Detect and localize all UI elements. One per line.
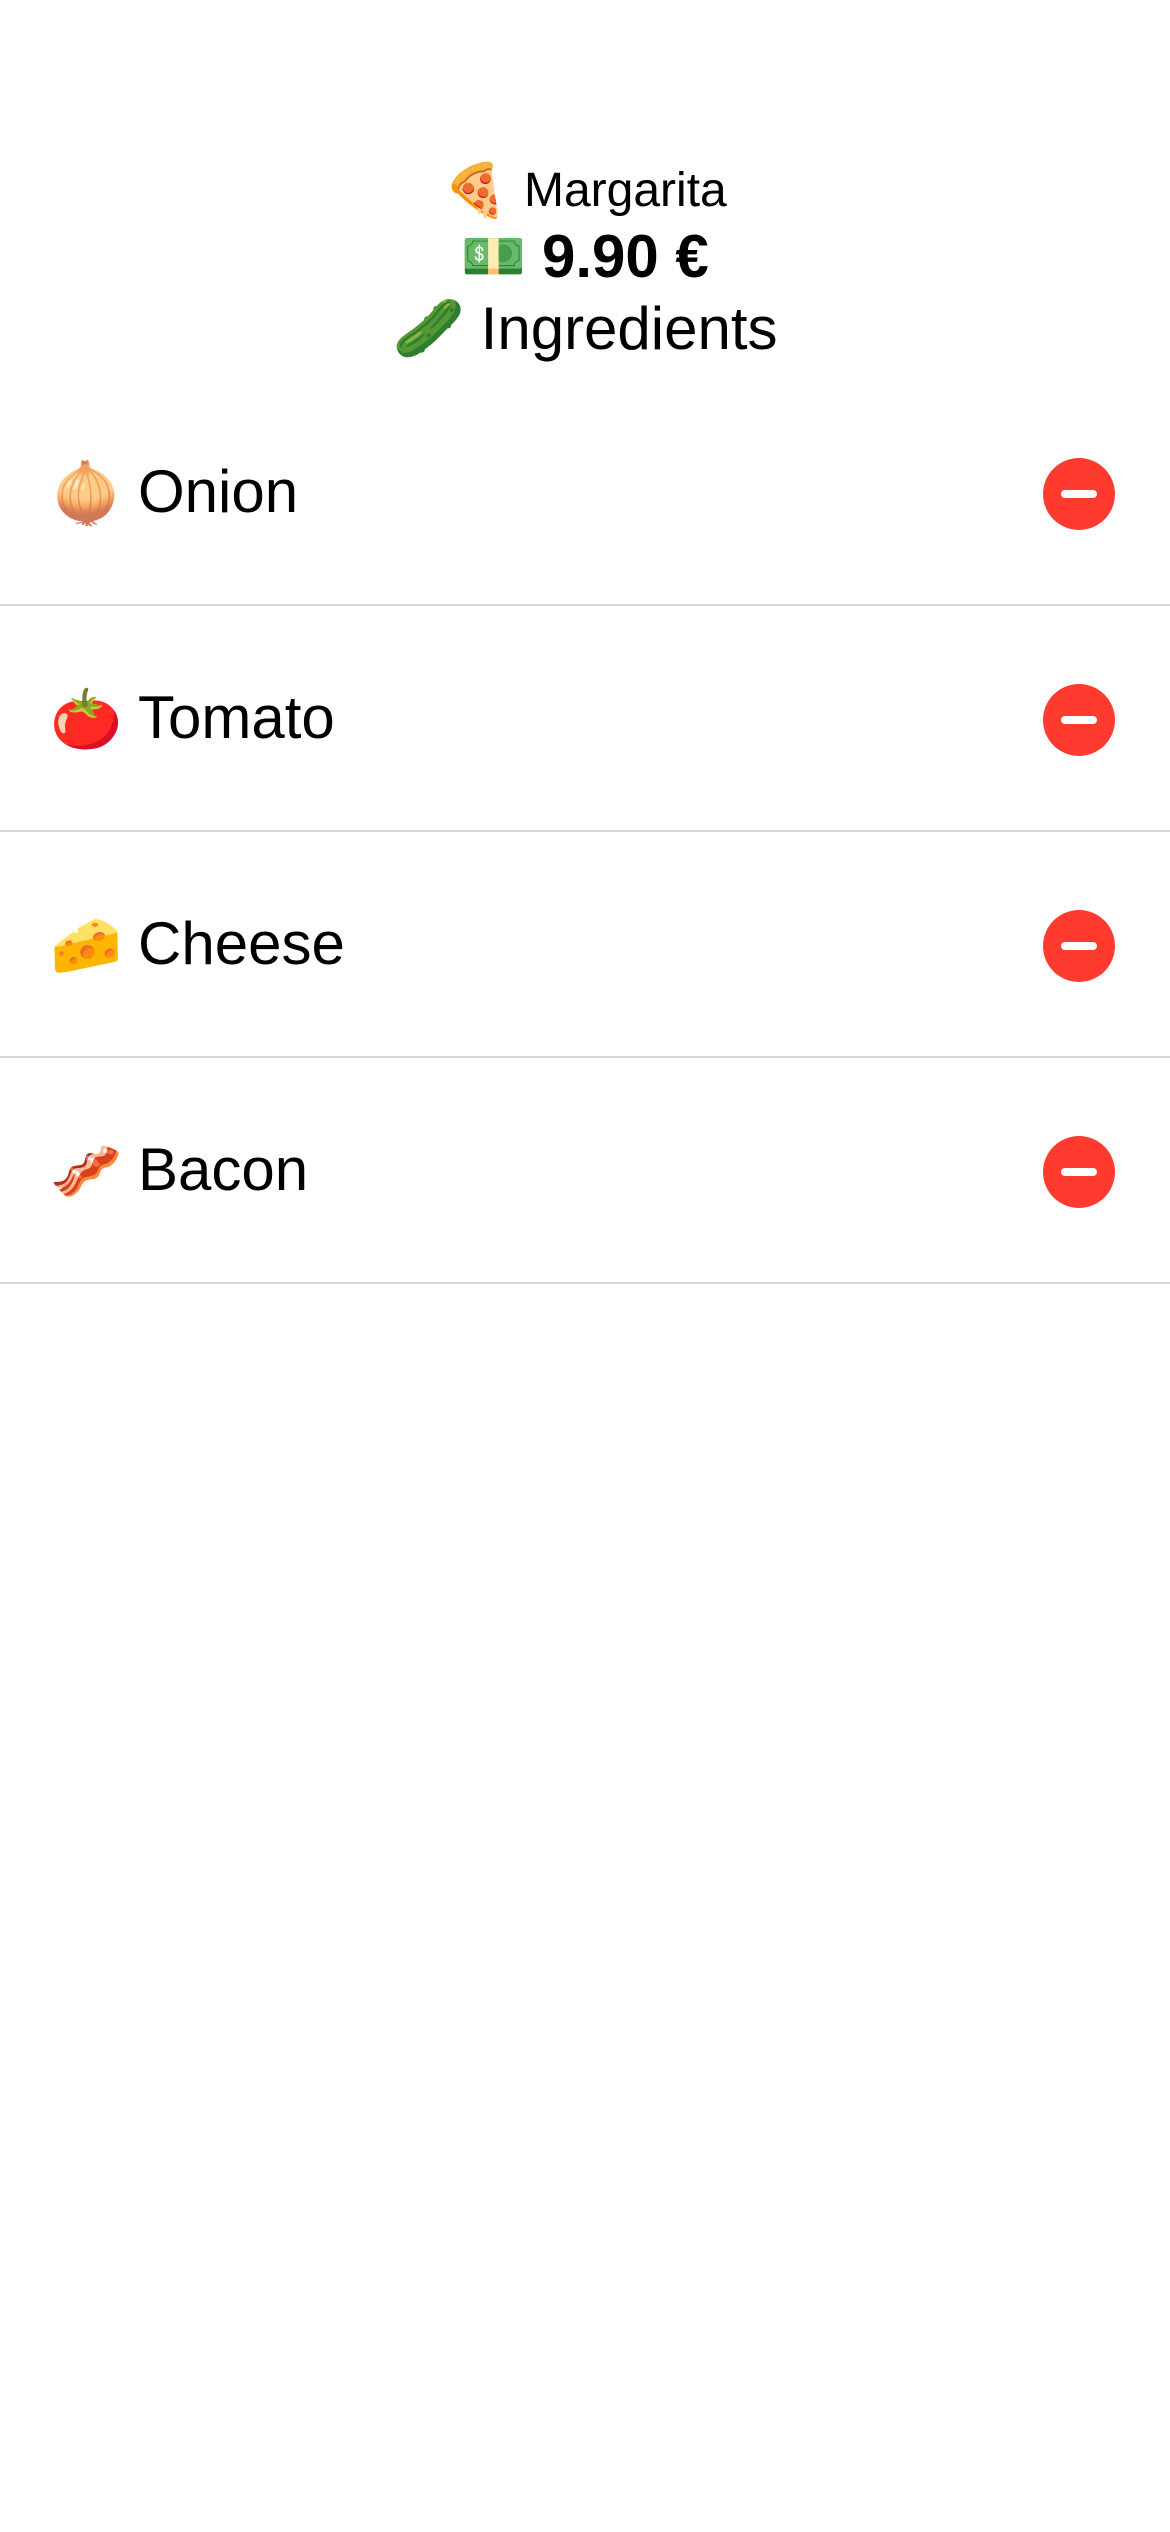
pizza-price: 9.90 € (541, 222, 709, 290)
cucumber-icon: 🥒 (392, 293, 465, 362)
ingredients-heading-line: 🥒 Ingredients (0, 290, 1170, 366)
ingredients-heading: Ingredients (480, 294, 778, 362)
bacon-icon: 🥓 (50, 1137, 123, 1205)
minus-circle-icon (1061, 942, 1097, 950)
onion-icon: 🧅 (50, 459, 123, 527)
pizza-price-line: 💵 9.90 € (0, 218, 1170, 294)
remove-bacon-button[interactable] (1043, 1136, 1115, 1208)
cheese-icon: 🧀 (50, 911, 123, 979)
ingredient-row-onion: 🧅 Onion (0, 380, 1170, 606)
ingredient-label: Cheese (138, 910, 345, 977)
remove-cheese-button[interactable] (1043, 910, 1115, 982)
minus-circle-icon (1061, 716, 1097, 724)
ingredient-row-tomato: 🍅 Tomato (0, 606, 1170, 832)
ingredients-list: 🧅 Onion 🍅 Tomato 🧀 Cheese 🥓 Bacon (0, 380, 1170, 1284)
ingredient-label: Onion (138, 458, 299, 525)
ingredient-row-cheese: 🧀 Cheese (0, 832, 1170, 1058)
pizza-header: 🍕 Margarita 💵 9.90 € 🥒 Ingredients (0, 0, 1170, 400)
minus-circle-icon (1061, 1168, 1097, 1176)
minus-circle-icon (1061, 490, 1097, 498)
remove-tomato-button[interactable] (1043, 684, 1115, 756)
tomato-icon: 🍅 (50, 685, 123, 753)
money-icon: 💵 (461, 226, 526, 287)
remove-onion-button[interactable] (1043, 458, 1115, 530)
pizza-name-line: 🍕 Margarita (0, 155, 1170, 225)
ingredient-row-bacon: 🥓 Bacon (0, 1058, 1170, 1284)
pizza-name: Margarita (524, 163, 727, 217)
pizza-icon: 🍕 (443, 160, 508, 221)
ingredient-label: Tomato (138, 684, 335, 751)
ingredient-label: Bacon (138, 1136, 309, 1203)
